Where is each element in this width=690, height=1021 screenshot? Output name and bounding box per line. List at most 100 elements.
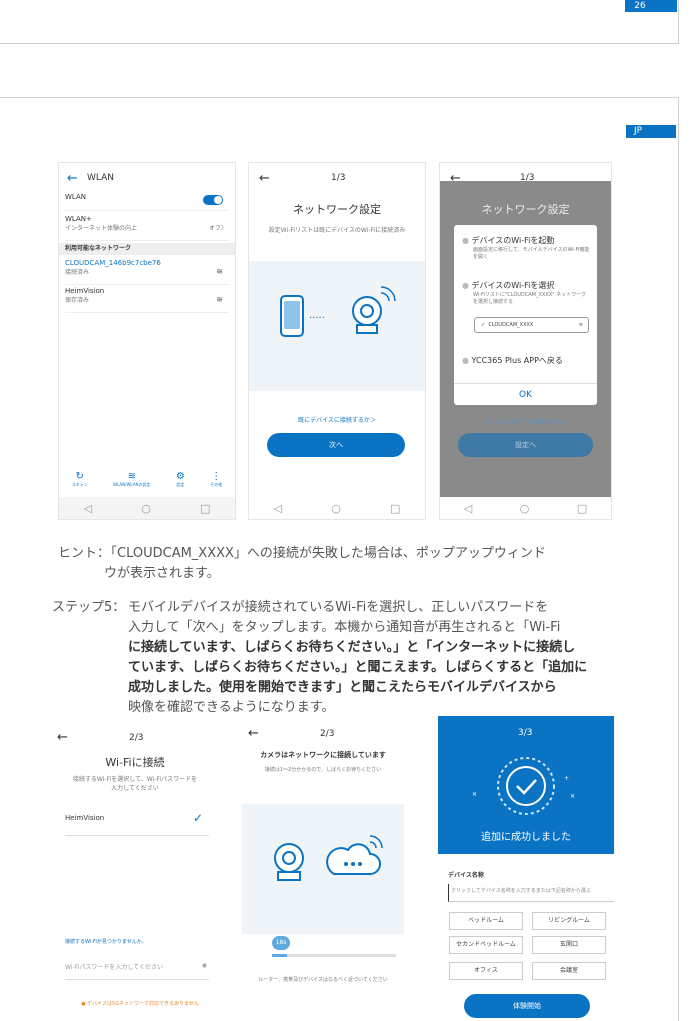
selected-wifi-row[interactable]: HeimVision ✓ [65, 811, 209, 836]
hint-line-2: ウが表示されます。 [104, 566, 220, 581]
screen-title: WLAN [87, 173, 115, 183]
network-status: 接続済み [65, 269, 90, 276]
step-indicator: 1/3 [331, 173, 346, 183]
wlanplus-row[interactable]: WLAN+ インターネット体験の向上 オフ〉 [65, 215, 229, 241]
back-arrow-icon[interactable]: ← [57, 730, 68, 745]
hint-line-1: 「CLOUDCAM_XXXX」への接続が失敗した場合は、ポップアップウィンド [104, 546, 546, 561]
wifi-icon: ≋ [578, 322, 583, 328]
page-number-tab [655, 0, 677, 12]
settings-button[interactable]: 設定へ [458, 433, 593, 457]
screenshot-network-setup: ← 1/3 ネットワーク設定 設定Wi-Fiリストは既にデバイスのWi-Fiに接… [248, 162, 426, 520]
dialog-step-3: ● YCC365 Plus APPへ戻る [462, 356, 563, 365]
room-option[interactable]: リビングルーム [532, 912, 606, 930]
recents-nav-icon[interactable]: □ [577, 502, 587, 515]
home-nav-icon[interactable]: ○ [141, 502, 151, 515]
wlan-row[interactable]: WLAN [65, 193, 229, 211]
page-number: 26 [625, 0, 655, 12]
room-option[interactable]: オフィス [449, 962, 523, 980]
screen-subtitle: 接続は1～2分かかるので、しばらくお待ちください [264, 767, 382, 773]
5g-note: ● デバイスは5Gネットワーク対応できるありません [81, 1001, 199, 1007]
refresh-icon: ↻ [75, 471, 84, 482]
home-nav-icon[interactable]: ○ [520, 502, 530, 515]
svg-text:+: + [564, 775, 569, 782]
screen-subtitle: 設定Wi-Fiリストは既にデバイスのWi-Fiに接続済み [268, 227, 406, 234]
connect-wifi-link[interactable]: デバイスのWi-Fiを接続するか [440, 417, 611, 426]
start-button[interactable]: 体験開始 [464, 994, 590, 1018]
wlan-toggle[interactable] [203, 195, 223, 205]
step-dot-icon: ● [462, 236, 469, 245]
settings-button[interactable]: ⚙ 設定 [176, 471, 185, 495]
more-icon: ⋮ [211, 471, 222, 482]
hint-label: ヒント： [58, 546, 111, 561]
top-page-frame [0, 0, 679, 44]
network-name: CLOUDCAM_146b9c7cbe76 [65, 259, 161, 267]
step-indicator: 2/3 [129, 733, 144, 743]
phone-camera-illustration: ····· [280, 286, 396, 337]
dialog-step-1: ● デバイスのWi-Fiを起動 画面設定に移行して、モバイルデバイスのWi-Fi… [462, 236, 590, 260]
wlanplus-value: オフ〉 [208, 225, 227, 232]
camera-cloud-illustration [274, 835, 383, 881]
device-name-input[interactable]: クリックしてデバイス名称を入力するまたは下記名称から選ぶ [448, 884, 614, 902]
step5-label: ステップ5： [52, 600, 126, 615]
back-nav-icon[interactable]: ◁ [274, 502, 282, 515]
scan-button[interactable]: ↻ スキャン [72, 471, 88, 495]
svg-text:·····: ····· [309, 313, 325, 324]
step-dot-icon: ● [462, 281, 469, 290]
screen-title: ネットワーク設定 [293, 203, 381, 216]
more-button[interactable]: ⋮ その他 [210, 471, 222, 495]
wifi-lock-icon: ≋ [216, 295, 223, 304]
back-nav-icon[interactable]: ◁ [464, 502, 472, 515]
instruction-dialog: ● デバイスのWi-Fiを起動 画面設定に移行して、モバイルデバイスのWi-Fi… [454, 225, 597, 405]
progress-badge: 18s [272, 936, 290, 950]
wifi-icon: ≋ [127, 471, 136, 482]
back-nav-icon[interactable]: ◁ [84, 502, 92, 515]
ok-button[interactable]: OK [454, 383, 597, 405]
dialog-step-2: ● デバイスのWi-Fiを選択 Wi-Fiリストに"CLOUDCAM_XXXX"… [462, 281, 587, 305]
back-arrow-icon[interactable]: ← [67, 171, 78, 186]
next-button[interactable]: 次へ [267, 433, 405, 457]
device-name-label: デバイス名称 [448, 872, 484, 879]
step-indicator: 2/3 [320, 729, 335, 739]
wlan-settings-button[interactable]: ≋ WLAN/WLANの設定 [113, 471, 150, 495]
ssid-sample: ✓ CLOUDCAM_XXXX ≋ [474, 317, 589, 333]
already-connected-link[interactable]: 既にデバイスに接続するか＞ [249, 415, 425, 424]
recents-nav-icon[interactable]: □ [390, 502, 400, 515]
network-item[interactable]: HeimVision 保存済み ≋ [65, 287, 229, 313]
step5-line-3: に接続しています、しばらくお待ちください。」と「インターネットに接続し [128, 640, 576, 655]
network-item[interactable]: CLOUDCAM_146b9c7cbe76 接続済み ≋ [65, 259, 229, 285]
screenshot-wifi-connect: ← 2/3 Wi-Fiに接続 接続するWi-Fiを選択して、Wi-Fiパスワード… [55, 730, 215, 1021]
room-option[interactable]: ベッドルーム [449, 912, 523, 930]
home-nav-icon[interactable]: ○ [331, 502, 341, 515]
illustration-panel: ····· [249, 261, 425, 391]
eye-icon[interactable]: ◉ [202, 962, 207, 969]
back-arrow-icon[interactable]: ← [450, 171, 461, 186]
screenshot-camera-connecting: ← 2/3 カメラはネットワークに接続しています 接続は1～2分かかるので、しば… [242, 726, 404, 1021]
screenshot-network-dialog: ← 1/3 ネットワーク設定 ● デバイスのWi-Fiを起動 画面設定に移行して… [439, 162, 612, 520]
room-option[interactable]: セカンドベッドルーム [449, 936, 523, 954]
screen-title: カメラはネットワークに接続しています [260, 751, 386, 759]
svg-text:✕: ✕ [472, 791, 477, 798]
room-option[interactable]: 玄関口 [532, 936, 606, 954]
gear-icon: ⚙ [175, 471, 185, 482]
screen-title: Wi-Fiに接続 [105, 756, 165, 769]
wlanplus-label: WLAN+ [65, 215, 92, 223]
step5-line-4: ています、しばらくお待ちください。」と聞こえます。しばらくすると「追加に [128, 660, 588, 675]
room-option[interactable]: 会議室 [532, 962, 606, 980]
check-icon: ✓ [192, 811, 203, 825]
recents-nav-icon[interactable]: □ [200, 502, 210, 515]
step5-line-6: 映像を確認できるようになります。 [128, 700, 335, 715]
progress-track [272, 954, 396, 957]
android-nav-bar: ◁ ○ □ [59, 497, 235, 519]
success-message: 追加に成功しました [481, 832, 571, 843]
success-header: 3/3 ✕ + ✕ 追加に成功しました [438, 716, 614, 854]
step5-line-1: モバイルデバイスが接続されているWi-Fiを選択し、正しいパスワードを [128, 600, 549, 615]
wifi-icon: ≋ [216, 267, 223, 276]
step-indicator: 1/3 [520, 173, 535, 183]
screen-footer: ルーター、携帯及びデバイスはなるべく近づいてください [258, 977, 388, 983]
back-arrow-icon[interactable]: ← [259, 171, 270, 186]
screenshot-add-success: 3/3 ✕ + ✕ 追加に成功しました デバイス名称 クリックしてデバイス名称を… [438, 716, 614, 1021]
password-input[interactable]: Wi-Fiパスワードを入力してください ◉ [65, 962, 209, 980]
back-arrow-icon[interactable]: ← [248, 726, 259, 741]
wifi-not-found-link[interactable]: 接続するWi-Fiが見つかりませんか。 [65, 938, 147, 945]
language-badge: JP [626, 125, 650, 138]
